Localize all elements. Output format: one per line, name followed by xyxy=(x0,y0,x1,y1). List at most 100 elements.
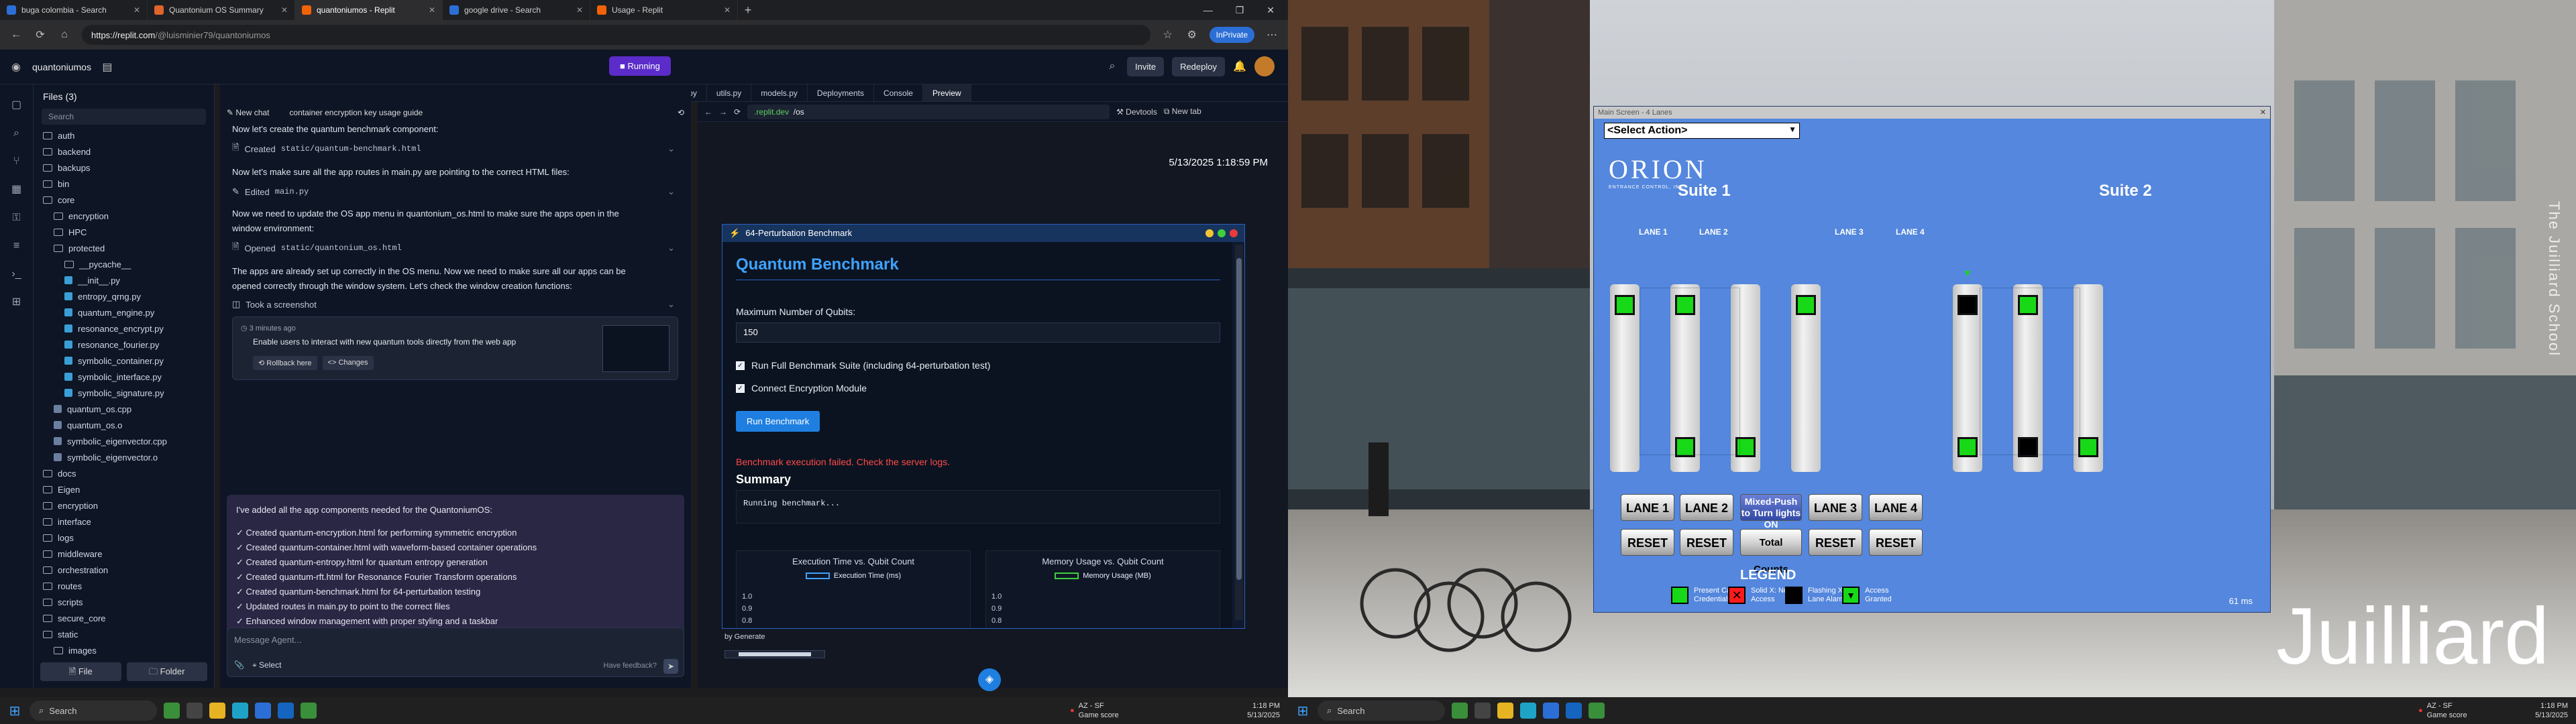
close-tab-icon[interactable]: ✕ xyxy=(133,5,140,15)
file-item[interactable]: symbolic_eigenvector.o xyxy=(34,449,214,465)
browser-tab[interactable]: Quantonium OS Summary ✕ xyxy=(148,0,295,20)
message-agent-input[interactable]: Message Agent... 📎 ⌖ Select Have feedback… xyxy=(227,627,684,677)
folder-item[interactable]: __pycache__ xyxy=(34,256,214,272)
database-icon[interactable]: ≡ xyxy=(9,239,24,253)
bell-icon[interactable]: 🔔 xyxy=(1233,60,1246,73)
file-explorer-icon[interactable] xyxy=(1497,703,1513,719)
horizontal-scrollbar[interactable] xyxy=(724,650,825,658)
lane-1-button[interactable]: LANE 1 xyxy=(1621,494,1674,521)
encryption-checkbox[interactable]: ✓ Connect Encryption Module xyxy=(736,383,867,394)
store-icon[interactable] xyxy=(1543,703,1559,719)
close-tab-icon[interactable]: ✕ xyxy=(724,5,731,15)
folder-item[interactable]: middleware xyxy=(34,546,214,562)
search-icon[interactable]: ⌕ xyxy=(9,126,24,141)
close-icon[interactable] xyxy=(1230,229,1238,237)
pane-tab[interactable]: Preview xyxy=(922,84,971,101)
folder-item[interactable]: core xyxy=(34,192,214,208)
invite-button[interactable]: Invite xyxy=(1126,56,1165,76)
file-item[interactable]: symbolic_container.py xyxy=(34,353,214,369)
refresh-icon[interactable]: ⟳ xyxy=(734,107,741,117)
taskbar-search[interactable]: ⌕ Search xyxy=(1318,701,1445,721)
system-clock[interactable]: 1:18 PM 5/13/2025 xyxy=(1247,701,1280,720)
run-status-button[interactable]: ■ Running xyxy=(609,56,671,76)
maximize-icon[interactable]: ❐ xyxy=(1236,5,1244,16)
close-icon[interactable]: ✕ xyxy=(1267,5,1275,16)
weather-widget[interactable]: ● AZ - SF Game score xyxy=(1070,701,1119,720)
search-icon[interactable]: ⌕ xyxy=(1106,60,1119,72)
apps-icon[interactable]: ⊞ xyxy=(9,295,24,310)
folder-item[interactable]: static xyxy=(34,626,214,642)
file-explorer-icon[interactable] xyxy=(209,703,225,719)
avatar[interactable] xyxy=(1254,56,1275,76)
preview-url-field[interactable]: .replit.dev /os xyxy=(747,104,1110,119)
close-tab-icon[interactable]: ✕ xyxy=(281,5,288,15)
folder-item[interactable]: logs xyxy=(34,530,214,546)
full-suite-checkbox[interactable]: ✓ Run Full Benchmark Suite (including 64-… xyxy=(736,360,990,371)
refresh-icon[interactable]: ⟳ xyxy=(34,28,47,42)
devtools-button[interactable]: ⚒ Devtools xyxy=(1116,107,1157,117)
lane-3-button[interactable]: LANE 3 xyxy=(1809,494,1862,521)
file-item[interactable]: resonance_encrypt.py xyxy=(34,320,214,337)
folder-item[interactable]: bin xyxy=(34,176,214,192)
folder-item[interactable]: backups xyxy=(34,160,214,176)
folder-item[interactable]: scripts xyxy=(34,594,214,610)
file-item[interactable]: symbolic_signature.py xyxy=(34,385,214,401)
task-view-icon[interactable] xyxy=(1474,703,1491,719)
close-icon[interactable]: ✕ xyxy=(2260,107,2266,119)
windows-start-icon[interactable]: ⊞ xyxy=(1295,703,1311,719)
maximize-icon[interactable] xyxy=(1218,229,1226,237)
feedback-link[interactable]: Have feedback? xyxy=(604,662,657,670)
folder-item[interactable]: Eigen xyxy=(34,481,214,497)
folder-item[interactable]: encryption xyxy=(34,497,214,514)
widgets-icon[interactable] xyxy=(164,703,180,719)
project-icon[interactable]: ▤ xyxy=(101,60,114,74)
folder-item[interactable]: HPC xyxy=(34,224,214,240)
folder-item[interactable]: secure_core xyxy=(34,610,214,626)
rollback-button[interactable]: ⟲ Rollback here xyxy=(253,356,317,370)
system-clock[interactable]: 1:18 PM 5/13/2025 xyxy=(2535,701,2568,720)
file-item[interactable]: resonance_fourier.py xyxy=(34,337,214,353)
shell-icon[interactable]: ›_ xyxy=(9,267,24,282)
window-titlebar[interactable]: Main Screen - 4 Lanes ✕ xyxy=(1594,107,2270,119)
reset-button-lane-4[interactable]: RESET xyxy=(1869,529,1923,556)
minimize-icon[interactable] xyxy=(1205,229,1214,237)
pane-tab[interactable]: utils.py xyxy=(707,84,752,101)
window-titlebar[interactable]: ⚡ 64-Perturbation Benchmark xyxy=(722,225,1244,242)
send-icon[interactable]: ➤ xyxy=(663,659,678,674)
home-icon[interactable]: ⌂ xyxy=(58,29,71,41)
weather-widget[interactable]: ● AZ - SF Game score xyxy=(2418,701,2467,720)
folder-item[interactable]: backend xyxy=(34,143,214,160)
turnstile-post[interactable] xyxy=(1953,284,1982,472)
file-item[interactable]: quantum_engine.py xyxy=(34,304,214,320)
close-tab-icon[interactable]: ✕ xyxy=(576,5,583,15)
folder-item[interactable]: protected xyxy=(34,240,214,256)
reset-button-lane-1[interactable]: RESET xyxy=(1621,529,1674,556)
agent-step[interactable]: 🗎 Opened static/quantonium_os.html ⌄ xyxy=(232,240,675,256)
project-name[interactable]: quantoniumos xyxy=(32,62,91,72)
pane-tab[interactable]: Deployments xyxy=(808,84,874,101)
files-icon[interactable]: ▢ xyxy=(9,98,24,113)
folder-item[interactable]: interface xyxy=(34,514,214,530)
folder-item[interactable]: routes xyxy=(34,578,214,594)
file-item[interactable]: symbolic_eigenvector.cpp xyxy=(34,433,214,449)
file-item[interactable]: quantum_os.o xyxy=(34,417,214,433)
checkpoint-thumbnail[interactable] xyxy=(602,325,669,372)
secrets-icon[interactable]: ⚿ xyxy=(9,210,24,225)
forward-icon[interactable]: → xyxy=(719,107,727,117)
new-file-button[interactable]: 🗎 File xyxy=(40,662,121,681)
pane-tab[interactable]: models.py xyxy=(751,84,808,101)
app-icon[interactable] xyxy=(1589,703,1605,719)
file-search-input[interactable]: Search xyxy=(42,109,206,125)
store-icon[interactable] xyxy=(255,703,271,719)
close-tab-icon[interactable]: ✕ xyxy=(429,5,435,15)
browser-tab[interactable]: Usage - Replit ✕ xyxy=(590,0,738,20)
reset-button-lane-3[interactable]: RESET xyxy=(1809,529,1862,556)
git-icon[interactable]: ⑂ xyxy=(9,154,24,169)
inprivate-badge[interactable]: InPrivate xyxy=(1209,27,1254,43)
task-view-icon[interactable] xyxy=(186,703,203,719)
extensions-icon[interactable]: ⚙ xyxy=(1185,28,1199,42)
widgets-icon[interactable] xyxy=(1452,703,1468,719)
turnstile-post[interactable] xyxy=(1610,284,1640,472)
back-icon[interactable]: ← xyxy=(9,29,23,41)
url-field[interactable]: https://replit.com/@luisminier79/quanton… xyxy=(82,25,1150,45)
